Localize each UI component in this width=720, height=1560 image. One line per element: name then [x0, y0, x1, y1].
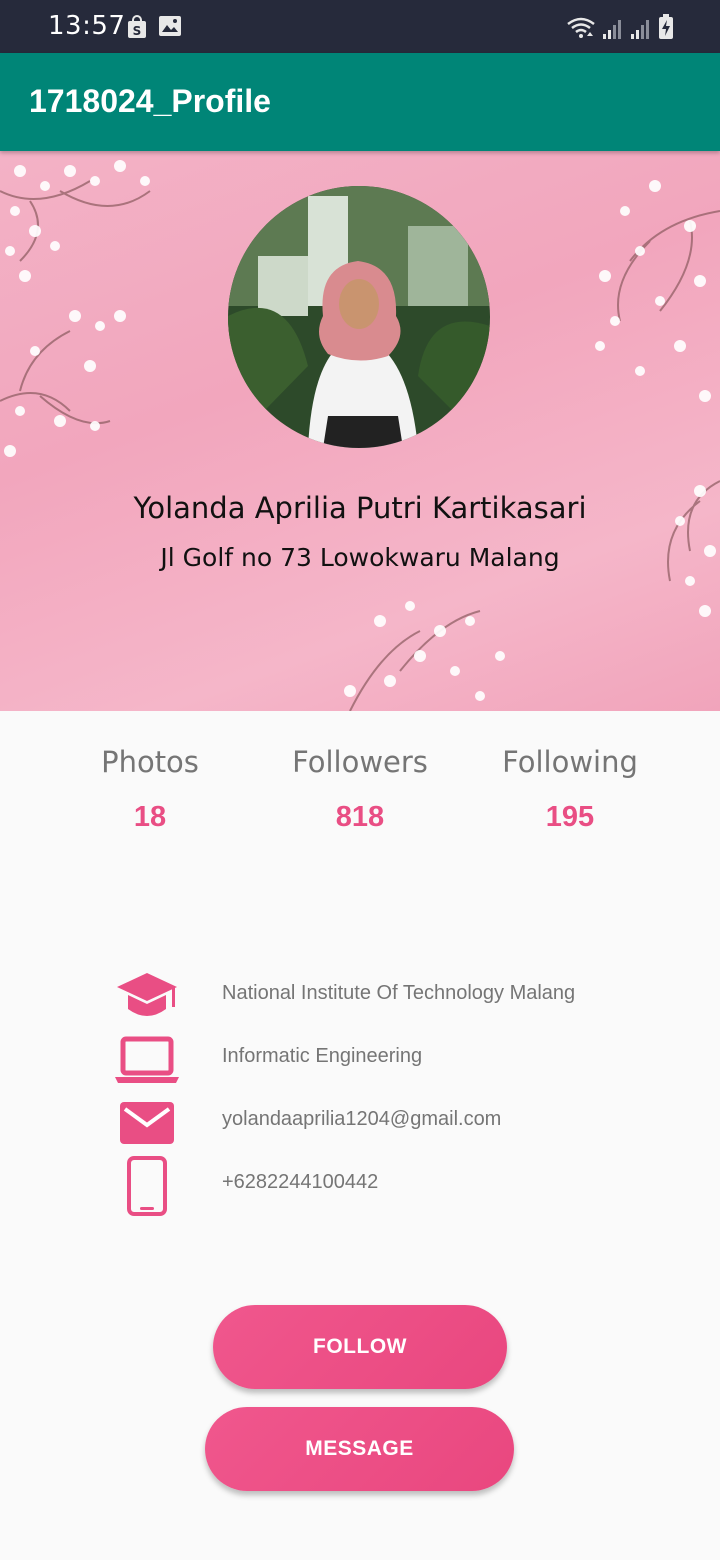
info-row-institution: National Institute Of Technology Malang	[110, 966, 670, 1028]
image-icon	[158, 15, 182, 43]
status-bar: 13:57 S	[0, 0, 720, 53]
shopping-bag-icon: S	[126, 15, 148, 43]
email-icon	[110, 1092, 184, 1154]
svg-text:S: S	[133, 24, 142, 38]
battery-charging-icon	[658, 14, 674, 44]
stat-value: 818	[335, 801, 385, 833]
profile-name: Yolanda Aprilia Putri Kartikasari	[133, 491, 587, 525]
info-text: +6282244100442	[222, 1171, 379, 1193]
app-bar: 1718024_Profile	[0, 53, 720, 151]
stat-following[interactable]: Following 195	[460, 745, 680, 834]
phone-icon	[110, 1155, 184, 1217]
info-row-major: Informatic Engineering	[110, 1029, 670, 1091]
profile-screen: 13:57 S 1718024_Profile Yolanda Aprilia …	[0, 0, 720, 1560]
laptop-icon	[110, 1029, 184, 1091]
stat-photos[interactable]: Photos 18	[40, 745, 260, 834]
info-text: National Institute Of Technology Malang	[222, 982, 576, 1004]
stat-label: Following	[502, 745, 638, 779]
stat-label: Followers	[292, 745, 428, 779]
profile-avatar[interactable]	[228, 186, 490, 448]
follow-button[interactable]: FOLLOW	[213, 1305, 507, 1389]
stat-followers[interactable]: Followers 818	[250, 745, 470, 834]
status-right-icons	[566, 14, 674, 44]
info-row-phone[interactable]: +6282244100442	[110, 1155, 670, 1217]
stat-label: Photos	[101, 745, 199, 779]
info-row-email[interactable]: yolandaaprilia1204@gmail.com	[110, 1092, 670, 1154]
info-text: Informatic Engineering	[222, 1045, 423, 1067]
info-text: yolandaaprilia1204@gmail.com	[222, 1108, 502, 1130]
message-button[interactable]: MESSAGE	[205, 1407, 514, 1491]
signal-icon	[602, 18, 624, 44]
app-title: 1718024_Profile	[29, 83, 271, 119]
status-time: 13:57	[48, 11, 126, 41]
profile-address: Jl Golf no 73 Lowokwaru Malang	[160, 543, 560, 572]
graduation-cap-icon	[110, 966, 184, 1028]
signal-icon	[630, 18, 652, 44]
stat-value: 195	[545, 801, 595, 833]
status-left-icons: S	[126, 15, 182, 43]
stat-value: 18	[133, 801, 167, 833]
wifi-icon	[566, 16, 596, 44]
profile-header: Yolanda Aprilia Putri Kartikasari Jl Gol…	[0, 151, 720, 711]
